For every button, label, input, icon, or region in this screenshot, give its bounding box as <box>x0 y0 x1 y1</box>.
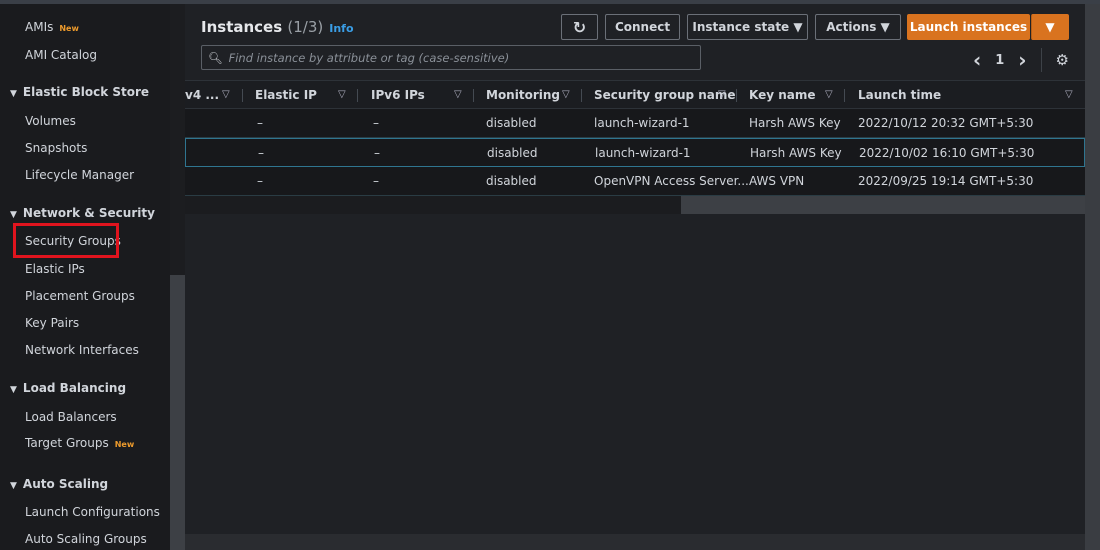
caret-down-icon: ▼ <box>10 385 17 395</box>
col-ipv4[interactable]: v4 ... <box>185 81 219 108</box>
new-badge: New <box>59 24 79 33</box>
sidebar-item-placement-groups[interactable]: Placement Groups <box>25 289 135 303</box>
instances-panel: Instances (1/3) Info ↻ Connect Instance s… <box>185 4 1085 534</box>
cell-elastic-ip: – <box>257 174 263 188</box>
table-row[interactable]: – – disabled launch-wizard-1 Harsh AWS Key 20… <box>185 138 1085 167</box>
cell-ipv6: – <box>373 174 379 188</box>
filter-icon[interactable]: ▽ <box>454 81 462 108</box>
new-badge: New <box>114 440 135 449</box>
connect-button[interactable]: Connect <box>605 14 680 40</box>
page-title: Instances (1/3) Info <box>201 18 354 36</box>
cell-key-name: AWS VPN <box>749 174 805 188</box>
filter-icon[interactable]: ▽ <box>1065 81 1073 108</box>
sidebar-item-lifecycle-manager[interactable]: Lifecycle Manager <box>25 168 134 182</box>
section-title: Load Balancing <box>22 381 127 395</box>
cell-key-name: Harsh AWS Key <box>750 145 842 160</box>
cell-monitoring: disabled <box>486 116 537 130</box>
page-number[interactable]: 1 <box>995 53 1004 68</box>
sidebar-item-auto-scaling-groups[interactable]: Auto Scaling Groups <box>25 532 147 546</box>
launch-options-dropdown[interactable]: ▼ <box>1031 14 1069 40</box>
table-row[interactable]: – – disabled OpenVPN Access Server... AWS VP… <box>185 167 1085 196</box>
settings-gear-icon[interactable]: ⚙ <box>1056 51 1069 69</box>
section-title: Elastic Block Store <box>22 85 150 99</box>
cell-ipv6: – <box>373 116 379 130</box>
divider <box>1040 48 1042 72</box>
sidebar-item-snapshots[interactable]: Snapshots <box>25 141 87 155</box>
filter-icon[interactable]: ▽ <box>222 81 230 108</box>
sidebar-item-network-interfaces[interactable]: Network Interfaces <box>25 343 139 357</box>
search-placeholder: Find instance by attribute or tag (case-… <box>228 50 510 65</box>
horizontal-scrollbar-thumb[interactable] <box>681 196 1085 214</box>
label: Target Groups <box>25 436 109 450</box>
cell-launch-time: 2022/09/25 19:14 GMT+5:30 <box>858 174 1034 188</box>
sidebar-item-load-balancers[interactable]: Load Balancers <box>25 410 117 424</box>
col-elastic-ip[interactable]: Elastic IP <box>255 81 317 108</box>
refresh-button[interactable]: ↻ <box>561 14 598 40</box>
col-divider <box>736 89 737 102</box>
col-divider <box>473 89 474 102</box>
table-row[interactable]: – – disabled launch-wizard-1 Harsh AWS Key 20… <box>185 109 1085 138</box>
cell-security-group: launch-wizard-1 <box>595 145 691 160</box>
cell-monitoring: disabled <box>486 174 537 188</box>
pagination: ‹ 1 › ⚙ <box>973 48 1069 72</box>
bottom-panel <box>185 534 1085 550</box>
col-ipv6[interactable]: IPv6 IPs <box>371 81 425 108</box>
sidebar-item-volumes[interactable]: Volumes <box>25 114 76 128</box>
title-text: Instances <box>201 18 283 36</box>
filter-icon[interactable]: ▽ <box>562 81 570 108</box>
actions-dropdown[interactable]: Actions ▼ <box>815 14 901 40</box>
section-load-balancing[interactable]: ▼ Load Balancing <box>10 381 126 395</box>
sidebar-item-amis[interactable]: AMIs New <box>25 20 79 34</box>
cell-elastic-ip: – <box>258 145 264 160</box>
col-key-name[interactable]: Key name <box>749 81 816 108</box>
filter-icon[interactable]: ▽ <box>718 81 726 108</box>
filter-icon[interactable]: ▽ <box>338 81 346 108</box>
table-header: v4 ... ▽ Elastic IP ▽ IPv6 IPs ▽ Monitor… <box>185 80 1085 109</box>
sidebar-item-launch-configurations[interactable]: Launch Configurations <box>25 505 160 519</box>
highlight-box <box>13 223 119 258</box>
cell-elastic-ip: – <box>257 116 263 130</box>
instance-state-dropdown[interactable]: Instance state ▼ <box>687 14 808 40</box>
col-security-group[interactable]: Security group name <box>594 81 736 108</box>
sidebar-item-elastic-ips[interactable]: Elastic IPs <box>25 262 85 276</box>
col-launch-time[interactable]: Launch time <box>858 81 941 108</box>
col-divider <box>357 89 358 102</box>
section-title: Network & Security <box>22 206 155 220</box>
cell-security-group: OpenVPN Access Server... <box>594 174 749 188</box>
caret-down-icon: ▼ <box>10 89 17 99</box>
col-divider <box>581 89 582 102</box>
section-title: Auto Scaling <box>22 477 109 491</box>
cell-key-name: Harsh AWS Key <box>749 116 841 130</box>
cell-security-group: launch-wizard-1 <box>594 116 690 130</box>
label: AMIs <box>25 20 54 34</box>
filter-icon[interactable]: ▽ <box>825 81 833 108</box>
prev-page-button[interactable]: ‹ <box>973 48 981 72</box>
sidebar: AMIs New AMI Catalog ▼ Elastic Block Store… <box>0 4 170 550</box>
instances-table: v4 ... ▽ Elastic IP ▽ IPv6 IPs ▽ Monitor… <box>185 80 1085 196</box>
cell-ipv6: – <box>374 145 380 160</box>
cell-launch-time: 2022/10/12 20:32 GMT+5:30 <box>858 116 1034 130</box>
launch-instances-button[interactable]: Launch instances <box>907 14 1030 40</box>
cell-monitoring: disabled <box>487 145 538 160</box>
search-icon: 🔍︎ <box>208 50 223 65</box>
section-network-security[interactable]: ▼ Network & Security <box>10 206 155 220</box>
cell-launch-time: 2022/10/02 16:10 GMT+5:30 <box>859 145 1035 160</box>
sidebar-scrollbar-thumb[interactable] <box>170 275 185 550</box>
info-link[interactable]: Info <box>329 22 353 35</box>
sidebar-item-ami-catalog[interactable]: AMI Catalog <box>25 48 97 62</box>
col-monitoring[interactable]: Monitoring <box>486 81 560 108</box>
caret-down-icon: ▼ <box>10 481 17 491</box>
sidebar-item-key-pairs[interactable]: Key Pairs <box>25 316 79 330</box>
col-divider <box>242 89 243 102</box>
search-input[interactable]: 🔍︎ Find instance by attribute or tag (cas… <box>201 45 701 70</box>
section-auto-scaling[interactable]: ▼ Auto Scaling <box>10 477 108 491</box>
selection-count: (1/3) <box>287 18 324 36</box>
sidebar-item-target-groups[interactable]: Target Groups New <box>25 436 134 450</box>
next-page-button[interactable]: › <box>1018 48 1026 72</box>
page-scrollbar[interactable] <box>1085 4 1100 550</box>
section-elastic-block-store[interactable]: ▼ Elastic Block Store <box>10 85 149 99</box>
caret-down-icon: ▼ <box>10 210 17 220</box>
col-divider <box>844 89 845 102</box>
